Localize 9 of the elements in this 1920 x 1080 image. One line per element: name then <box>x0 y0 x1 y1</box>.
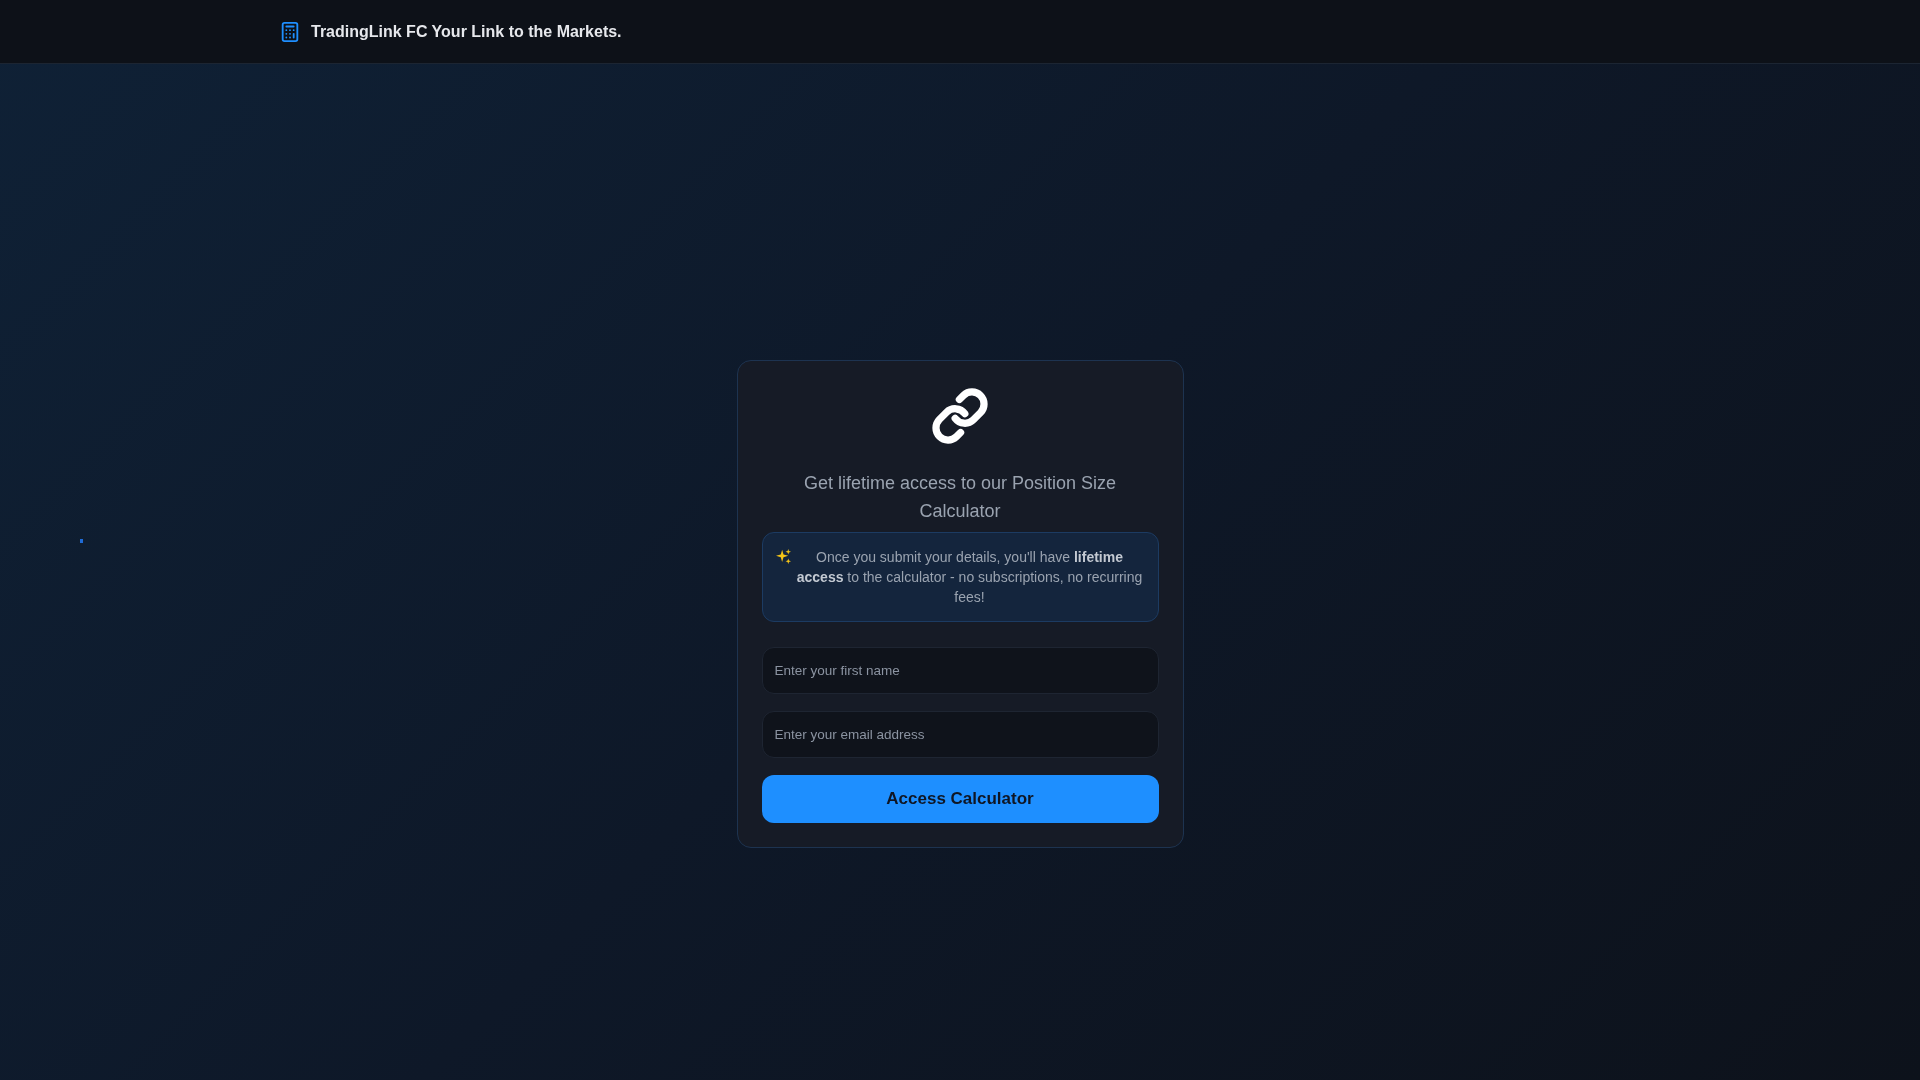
chain-link-icon <box>931 387 989 445</box>
input-field[interactable]: Enter your first name <box>761 647 1159 694</box>
access-button[interactable]: Access Calculator <box>761 775 1159 823</box>
brand-title: TradingLink FC Your Link to the Markets. <box>311 22 622 41</box>
notice-text: Once you submit your details, you'll have lifetime access to the calculator - no subscriptions, no recurring fees! <box>795 548 1144 607</box>
calculator-icon <box>279 20 301 43</box>
card-heading: Get lifetime access to our Position Size Calculator <box>802 472 1118 523</box>
input-field[interactable]: Enter your email address <box>761 711 1159 758</box>
sparkle-icon <box>775 549 791 564</box>
